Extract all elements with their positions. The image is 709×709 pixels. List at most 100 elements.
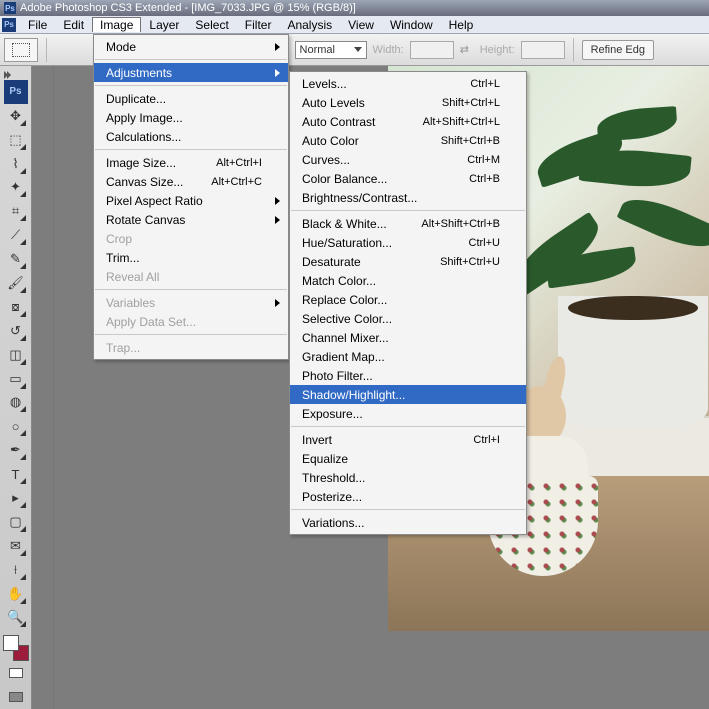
screen-mode-standard-icon[interactable] — [4, 661, 28, 685]
menu-item-shadow-highlight[interactable]: Shadow/Highlight... — [290, 385, 526, 404]
submenu-arrow-icon — [275, 69, 280, 77]
menu-analysis[interactable]: Analysis — [279, 17, 340, 33]
menu-item-auto-contrast[interactable]: Auto ContrastAlt+Shift+Ctrl+L — [290, 112, 526, 131]
submenu-arrow-icon — [275, 197, 280, 205]
screen-mode-full-icon[interactable] — [4, 685, 28, 709]
window-title: Adobe Photoshop CS3 Extended - [IMG_7033… — [20, 2, 356, 14]
adjustments-submenu: Levels...Ctrl+LAuto LevelsShift+Ctrl+LAu… — [289, 71, 527, 535]
slice-tool[interactable]: ⟋ — [4, 223, 28, 247]
menu-item-auto-color[interactable]: Auto ColorShift+Ctrl+B — [290, 131, 526, 150]
menu-item-variations[interactable]: Variations... — [290, 513, 526, 532]
menu-select[interactable]: Select — [187, 17, 236, 33]
menu-window[interactable]: Window — [382, 17, 441, 33]
menu-item-trap: Trap... — [94, 338, 288, 357]
height-input — [521, 41, 565, 59]
notes-tool[interactable]: ✉ — [4, 534, 28, 558]
menu-separator — [95, 85, 287, 86]
menu-item-posterize[interactable]: Posterize... — [290, 487, 526, 506]
menu-item-trim[interactable]: Trim... — [94, 248, 288, 267]
path-select-tool[interactable]: ▸ — [4, 486, 28, 510]
menu-help[interactable]: Help — [441, 17, 482, 33]
crop-tool[interactable]: ⌗ — [4, 199, 28, 223]
image-menu-dropdown: Mode Adjustments Duplicate...Apply Image..… — [93, 34, 289, 360]
menu-separator — [291, 509, 525, 510]
lasso-tool[interactable]: ⌇ — [4, 152, 28, 176]
move-tool[interactable]: ✥ — [4, 104, 28, 128]
menu-item-replace-color[interactable]: Replace Color... — [290, 290, 526, 309]
menu-file[interactable]: File — [20, 17, 55, 33]
swap-icon: ⇄ — [460, 43, 474, 57]
submenu-arrow-icon — [275, 299, 280, 307]
menu-separator — [95, 59, 287, 60]
canvas-gutter — [32, 66, 54, 709]
healing-tool[interactable]: ✎ — [4, 247, 28, 271]
menu-item-brightness-contrast[interactable]: Brightness/Contrast... — [290, 188, 526, 207]
type-tool[interactable]: T — [4, 462, 28, 486]
width-label: Width: — [373, 44, 404, 56]
app-logo-tool[interactable]: Ps — [4, 80, 28, 104]
menu-item-hue-saturation[interactable]: Hue/Saturation...Ctrl+U — [290, 233, 526, 252]
menu-item-auto-levels[interactable]: Auto LevelsShift+Ctrl+L — [290, 93, 526, 112]
expand-toolbar-icon[interactable] — [0, 70, 31, 80]
stamp-tool[interactable]: ⧇ — [4, 295, 28, 319]
marquee-tool[interactable]: ⬚ — [4, 128, 28, 152]
quick-select-tool[interactable]: ✦ — [4, 176, 28, 200]
menu-item-reveal-all: Reveal All — [94, 267, 288, 286]
hand-tool[interactable]: ✋ — [4, 582, 28, 606]
color-swatches[interactable] — [3, 635, 29, 661]
eyedropper-tool[interactable]: ⟊ — [4, 558, 28, 582]
separator — [46, 38, 47, 62]
menu-edit[interactable]: Edit — [55, 17, 92, 33]
menu-item-photo-filter[interactable]: Photo Filter... — [290, 366, 526, 385]
menu-item-channel-mixer[interactable]: Channel Mixer... — [290, 328, 526, 347]
menu-item-curves[interactable]: Curves...Ctrl+M — [290, 150, 526, 169]
menu-item-levels[interactable]: Levels...Ctrl+L — [290, 74, 526, 93]
ps-icon[interactable]: Ps — [2, 18, 16, 32]
tool-preset-picker[interactable] — [4, 38, 38, 62]
menu-item-canvas-size[interactable]: Canvas Size...Alt+Ctrl+C — [94, 172, 288, 191]
refine-edge-button[interactable]: Refine Edg — [582, 40, 654, 60]
menu-item-image-size[interactable]: Image Size...Alt+Ctrl+I — [94, 153, 288, 172]
width-input — [410, 41, 454, 59]
menu-item-equalize[interactable]: Equalize — [290, 449, 526, 468]
height-label: Height: — [480, 44, 515, 56]
menu-item-duplicate[interactable]: Duplicate... — [94, 89, 288, 108]
menu-item-rotate-canvas[interactable]: Rotate Canvas — [94, 210, 288, 229]
menu-layer[interactable]: Layer — [141, 17, 187, 33]
menu-item-threshold[interactable]: Threshold... — [290, 468, 526, 487]
menubar: Ps FileEditImageLayerSelectFilterAnalysi… — [0, 16, 709, 34]
dodge-tool[interactable]: ○ — [4, 414, 28, 438]
menu-item-desaturate[interactable]: DesaturateShift+Ctrl+U — [290, 252, 526, 271]
marquee-preset-icon — [12, 43, 30, 57]
menu-item-selective-color[interactable]: Selective Color... — [290, 309, 526, 328]
menu-item-black-white[interactable]: Black & White...Alt+Shift+Ctrl+B — [290, 214, 526, 233]
style-value: Normal — [300, 44, 335, 56]
menu-item-exposure[interactable]: Exposure... — [290, 404, 526, 423]
menu-item-gradient-map[interactable]: Gradient Map... — [290, 347, 526, 366]
menu-item-invert[interactable]: InvertCtrl+I — [290, 430, 526, 449]
menu-item-apply-image[interactable]: Apply Image... — [94, 108, 288, 127]
menu-item-match-color[interactable]: Match Color... — [290, 271, 526, 290]
zoom-tool[interactable]: 🔍 — [4, 606, 28, 630]
gradient-tool[interactable]: ▭ — [4, 367, 28, 391]
menu-image[interactable]: Image — [92, 17, 141, 32]
menu-item-mode[interactable]: Mode — [94, 37, 288, 56]
eraser-tool[interactable]: ◫ — [4, 343, 28, 367]
menu-separator — [95, 334, 287, 335]
app-icon: Ps — [4, 2, 16, 14]
brush-tool[interactable]: 🖌 — [4, 271, 28, 295]
menu-item-color-balance[interactable]: Color Balance...Ctrl+B — [290, 169, 526, 188]
menu-item-calculations[interactable]: Calculations... — [94, 127, 288, 146]
blur-tool[interactable]: ◍ — [4, 391, 28, 415]
menu-item-apply-data-set: Apply Data Set... — [94, 312, 288, 331]
menu-view[interactable]: View — [340, 17, 382, 33]
window-titlebar: Ps Adobe Photoshop CS3 Extended - [IMG_7… — [0, 0, 709, 16]
separator — [573, 38, 574, 62]
menu-filter[interactable]: Filter — [237, 17, 280, 33]
pen-tool[interactable]: ✒ — [4, 438, 28, 462]
menu-item-adjustments[interactable]: Adjustments — [94, 63, 288, 82]
shape-tool[interactable]: ▢ — [4, 510, 28, 534]
style-select[interactable]: Normal — [295, 41, 367, 59]
menu-item-pixel-aspect-ratio[interactable]: Pixel Aspect Ratio — [94, 191, 288, 210]
history-brush-tool[interactable]: ↺ — [4, 319, 28, 343]
